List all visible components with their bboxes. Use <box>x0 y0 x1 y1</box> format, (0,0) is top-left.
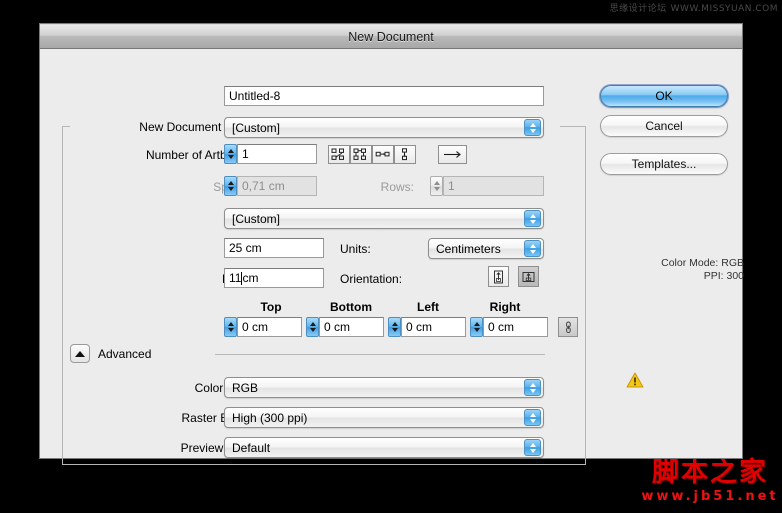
bleed-bottom-stepper[interactable] <box>306 317 319 337</box>
bleed-top-input[interactable]: 0 cm <box>237 317 302 337</box>
cancel-button[interactable]: Cancel <box>600 115 728 137</box>
bleed-right-input[interactable]: 0 cm <box>483 317 548 337</box>
width-input[interactable]: 25 cm <box>224 238 324 258</box>
color-mode-select-value: RGB <box>232 381 258 395</box>
height-input[interactable]: 11 cm <box>224 268 324 288</box>
chevron-updown-icon[interactable] <box>524 379 541 396</box>
new-document-dialog: New Document Name: Untitled-8 New Docume… <box>40 24 742 458</box>
dialog-body: Name: Untitled-8 New Document Profile: [… <box>40 49 742 459</box>
dialog-title: New Document <box>348 30 433 44</box>
watermark-top-cn: 思缘设计论坛 <box>610 1 667 14</box>
artboards-stepper[interactable] <box>224 144 237 164</box>
grid-by-row-icon <box>331 148 347 161</box>
dialog-titlebar: New Document <box>40 24 742 49</box>
text-caret <box>241 272 242 285</box>
bleed-left-input[interactable]: 0 cm <box>401 317 466 337</box>
arrange-by-row-icon <box>375 148 391 161</box>
grid-by-column-icon <box>353 148 369 161</box>
height-input-value: 11 <box>229 271 241 285</box>
arrange-by-row-icon-button[interactable] <box>372 145 394 164</box>
orientation-label: Orientation: <box>340 272 420 286</box>
bleed-header-right: Right <box>472 300 538 314</box>
bleed-header-left: Left <box>395 300 461 314</box>
size-select-value: [Custom] <box>232 212 280 226</box>
preview-mode-select[interactable]: Default <box>224 437 544 458</box>
chevron-updown-icon[interactable] <box>524 439 541 456</box>
bleed-header-top: Top <box>236 300 306 314</box>
raster-effects-select-value: High (300 ppi) <box>232 411 307 425</box>
units-select[interactable]: Centimeters <box>428 238 544 259</box>
bleed-bottom-value: 0 cm <box>324 320 350 334</box>
artboards-input[interactable]: 1 <box>237 144 317 164</box>
bleed-link-button[interactable] <box>558 317 578 337</box>
watermark-bottom: 脚本之家 www.jb51.net <box>640 458 780 505</box>
color-mode-select[interactable]: RGB <box>224 377 544 398</box>
triangle-up-icon <box>75 351 85 357</box>
bleed-top-value: 0 cm <box>242 320 268 334</box>
grid-by-row-icon-button[interactable] <box>328 145 350 164</box>
screen-root: 思缘设计论坛 WWW.MISSYUAN.COM 脚本之家 www.jb51.ne… <box>0 0 782 513</box>
bleed-header-bottom: Bottom <box>314 300 388 314</box>
ok-button[interactable]: OK <box>600 85 728 107</box>
bleed-top-stepper[interactable] <box>224 317 237 337</box>
chevron-updown-icon[interactable] <box>524 240 541 257</box>
rows-stepper[interactable] <box>430 176 443 196</box>
warning-triangle-icon <box>626 372 644 388</box>
name-input[interactable]: Untitled-8 <box>224 86 544 106</box>
orientation-portrait-button[interactable] <box>488 266 509 287</box>
chevron-updown-icon[interactable] <box>524 409 541 426</box>
units-label: Units: <box>340 242 400 256</box>
spacing-input[interactable]: 0,71 cm <box>237 176 317 196</box>
link-chain-icon <box>564 321 573 334</box>
name-input-value: Untitled-8 <box>229 89 280 103</box>
raster-effects-select[interactable]: High (300 ppi) <box>224 407 544 428</box>
grid-by-column-icon-button[interactable] <box>350 145 372 164</box>
advanced-divider <box>215 354 545 355</box>
advanced-disclosure-button[interactable] <box>70 344 90 363</box>
artboard-flow-direction-button[interactable] <box>438 145 467 164</box>
bleed-left-stepper[interactable] <box>388 317 401 337</box>
chevron-updown-icon[interactable] <box>524 119 541 136</box>
watermark-bottom-cn: 脚本之家 <box>640 458 780 488</box>
height-input-suffix: cm <box>242 271 258 285</box>
watermark-top: 思缘设计论坛 WWW.MISSYUAN.COM <box>610 1 778 14</box>
bleed-bottom-input[interactable]: 0 cm <box>319 317 384 337</box>
spacing-input-value: 0,71 cm <box>242 179 285 193</box>
arrange-by-column-icon <box>397 148 413 161</box>
landscape-orientation-icon <box>522 270 535 284</box>
portrait-orientation-icon <box>492 270 505 284</box>
rows-input-value: 1 <box>448 179 455 193</box>
arrange-by-column-icon-button[interactable] <box>394 145 416 164</box>
templates-button[interactable]: Templates... <box>600 153 728 175</box>
profile-select[interactable]: [Custom] <box>224 117 544 138</box>
width-input-value: 25 cm <box>229 241 262 255</box>
orientation-landscape-button[interactable] <box>518 266 539 287</box>
rows-label: Rows: <box>328 180 414 194</box>
preview-mode-select-value: Default <box>232 441 270 455</box>
rows-input[interactable]: 1 <box>443 176 544 196</box>
advanced-label: Advanced <box>98 347 188 361</box>
watermark-top-en: WWW.MISSYUAN.COM <box>671 4 778 14</box>
chevron-updown-icon[interactable] <box>524 210 541 227</box>
profile-select-value: [Custom] <box>232 121 280 135</box>
bleed-right-stepper[interactable] <box>470 317 483 337</box>
bleed-left-value: 0 cm <box>406 320 432 334</box>
group-box-top-right-rule <box>560 126 586 127</box>
spacing-stepper[interactable] <box>224 176 237 196</box>
artboards-input-value: 1 <box>242 147 249 161</box>
info-color-mode: Color Mode: RGB <box>584 257 744 270</box>
bleed-right-value: 0 cm <box>488 320 514 334</box>
size-select[interactable]: [Custom] <box>224 208 544 229</box>
watermark-bottom-en: www.jb51.net <box>640 489 780 505</box>
right-arrow-icon <box>443 150 463 159</box>
warning-triangle-icon-wrap <box>626 372 644 388</box>
info-ppi: PPI: 300 <box>584 270 744 283</box>
units-select-value: Centimeters <box>436 242 501 256</box>
